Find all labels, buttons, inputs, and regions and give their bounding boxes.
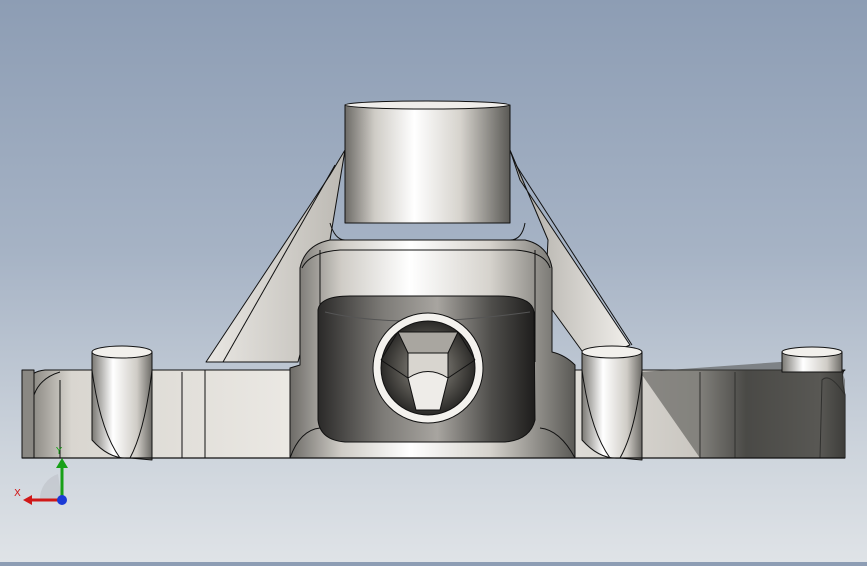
part-model[interactable]	[0, 0, 867, 562]
boss-left	[91, 351, 153, 461]
axis-triad: Y X	[10, 438, 80, 508]
model-viewport[interactable]	[0, 0, 867, 562]
axis-plane-icon	[39, 474, 62, 500]
x-axis-label: X	[14, 488, 21, 499]
boss-right	[581, 351, 643, 461]
axis-triad-graphic: Y X	[14, 446, 68, 505]
z-axis-icon	[57, 495, 67, 505]
top-cylinder	[344, 104, 511, 224]
y-axis-label: Y	[55, 446, 63, 457]
